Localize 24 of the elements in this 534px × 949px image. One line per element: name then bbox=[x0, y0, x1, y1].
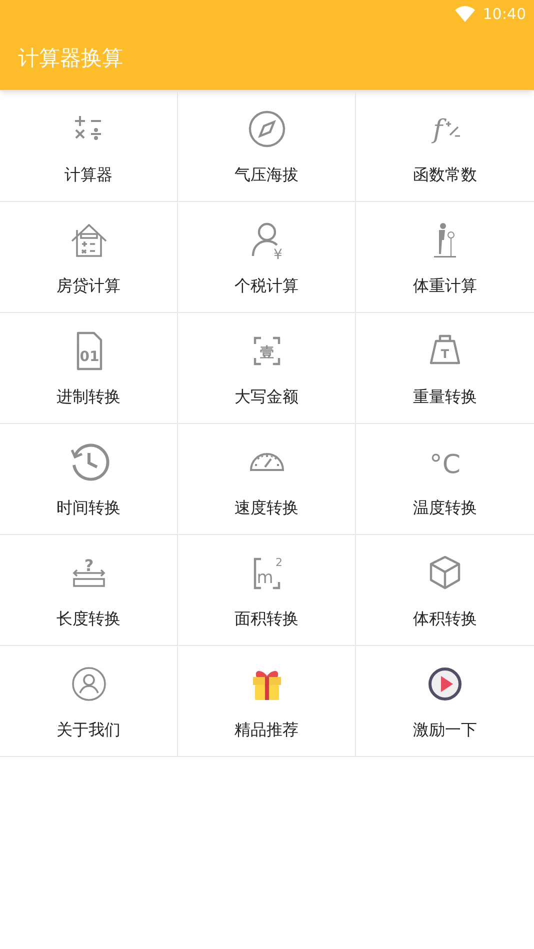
speedometer-icon bbox=[248, 452, 284, 472]
tool-tile[interactable]: ? 长度转换 bbox=[0, 534, 178, 645]
tool-tile[interactable]: f 函数常数 bbox=[356, 90, 534, 201]
tool-tile[interactable]: 01 进制转换 bbox=[0, 312, 178, 423]
tool-tile[interactable]: 体积转换 bbox=[356, 534, 534, 645]
tool-tile[interactable]: 气压海拔 bbox=[178, 90, 356, 201]
tool-tile[interactable]: 激励一下 bbox=[356, 645, 534, 756]
wifi-icon bbox=[454, 6, 475, 22]
tool-tile[interactable]: 体重计算 bbox=[356, 201, 534, 312]
tool-tile[interactable]: 速度转换 bbox=[178, 423, 356, 534]
person-on-scale-icon bbox=[433, 222, 457, 258]
tool-tile[interactable]: 关于我们 bbox=[0, 645, 178, 756]
celsius-icon: °C bbox=[421, 438, 469, 486]
tool-tile[interactable]: T 重量转换 bbox=[356, 312, 534, 423]
app-title: 计算器换算 bbox=[18, 45, 123, 72]
tool-tile[interactable]: 房贷计算 bbox=[0, 201, 178, 312]
status-time: 10:40 bbox=[482, 4, 526, 25]
tool-tile[interactable]: 时间转换 bbox=[0, 423, 178, 534]
tool-tile[interactable]: ¥ 个税计算 bbox=[178, 201, 356, 312]
tool-tile[interactable]: °C 温度转换 bbox=[356, 423, 534, 534]
tool-tile[interactable]: m 2 面积转换 bbox=[178, 534, 356, 645]
tool-tile[interactable]: 计算器 bbox=[0, 90, 178, 201]
tool-tile[interactable]: 壹 大写金额 bbox=[178, 312, 356, 423]
tool-tile[interactable]: 精品推荐 bbox=[178, 645, 356, 756]
